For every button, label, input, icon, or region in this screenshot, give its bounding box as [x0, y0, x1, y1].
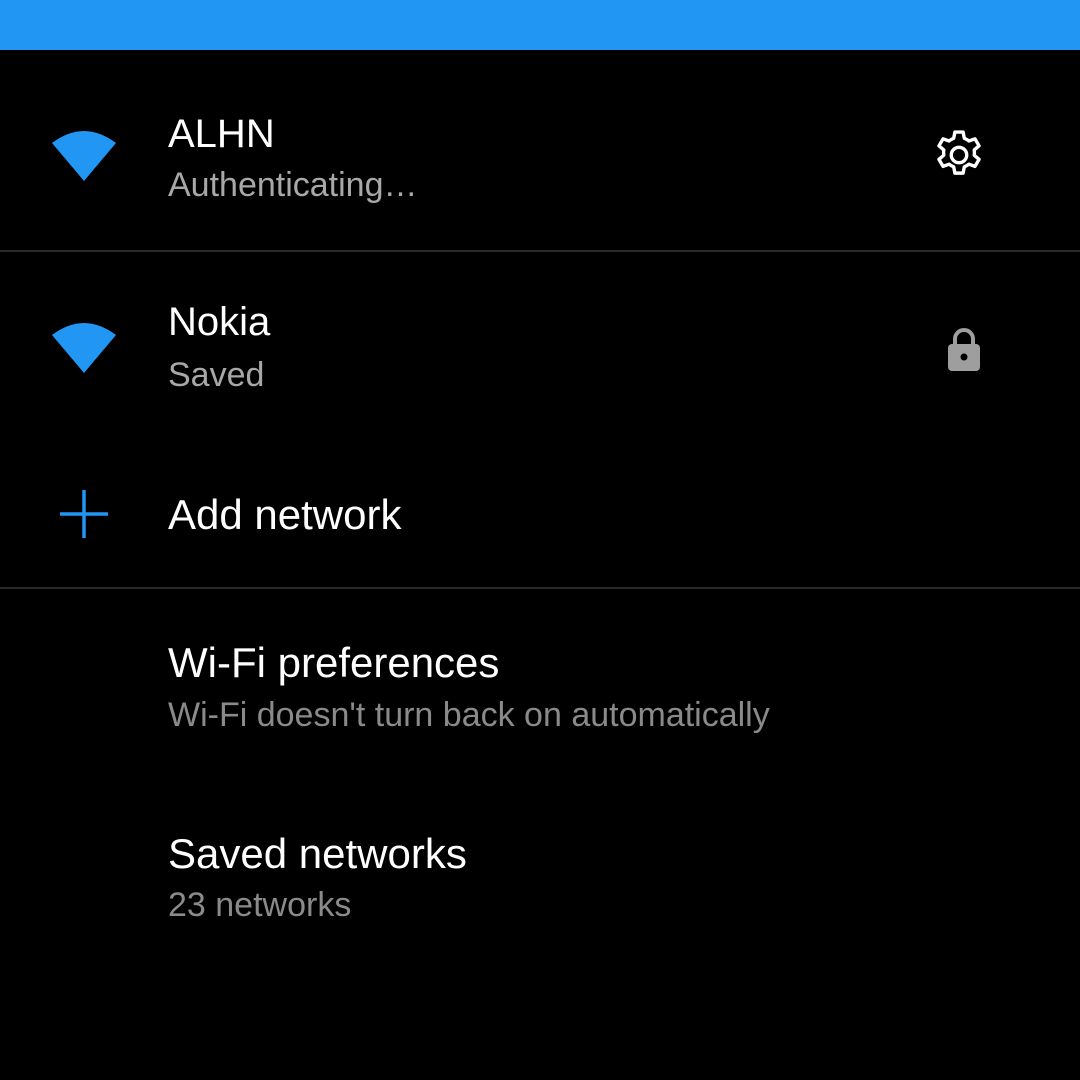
add-network-label: Add network — [168, 491, 402, 538]
lock-icon — [942, 326, 986, 374]
divider — [0, 587, 1080, 589]
saved-networks-summary: 23 networks — [168, 886, 352, 924]
add-network-item[interactable]: Add network — [0, 440, 1080, 586]
saved-networks-item[interactable]: Saved networks 23 networks — [0, 780, 1080, 960]
network-item-nokia[interactable]: Nokia Saved — [0, 252, 1080, 440]
network-item-alhn[interactable]: ALHN Authenticating… — [0, 52, 1080, 250]
wifi-preferences-item[interactable]: Wi‑Fi preferences Wi‑Fi doesn't turn bac… — [0, 590, 1080, 770]
saved-networks-label: Saved networks — [168, 830, 467, 877]
app-bar — [0, 0, 1080, 50]
network-ssid: ALHN — [168, 112, 275, 156]
wifi-preferences-label: Wi‑Fi preferences — [168, 639, 500, 686]
network-status: Authenticating… — [168, 166, 418, 204]
plus-icon — [44, 474, 124, 554]
gear-icon[interactable] — [926, 126, 992, 184]
network-status: Saved — [168, 356, 265, 394]
network-ssid: Nokia — [168, 300, 271, 344]
wifi-signal-icon — [44, 116, 124, 196]
wifi-signal-icon — [44, 308, 124, 388]
wifi-preferences-summary: Wi‑Fi doesn't turn back on automatically — [168, 696, 770, 734]
